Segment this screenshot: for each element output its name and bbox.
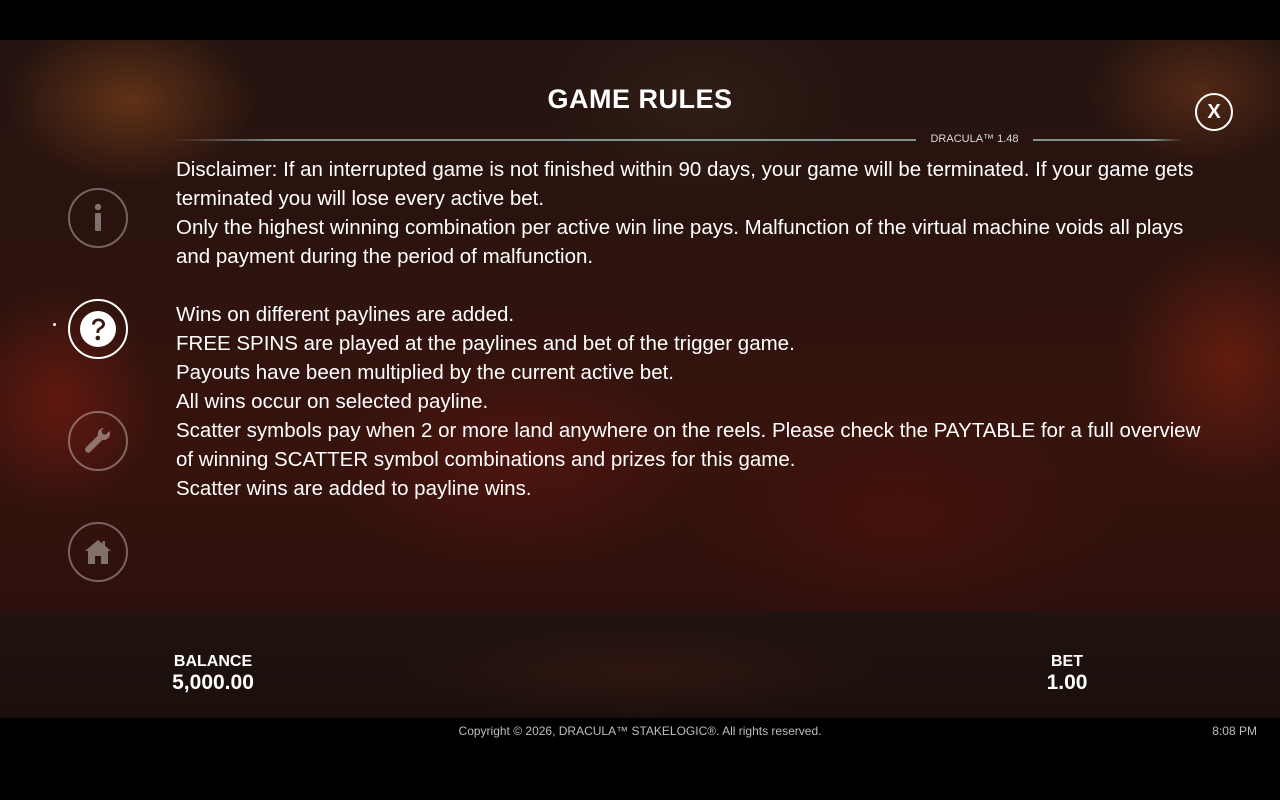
wrench-icon [85,426,110,453]
rules-paragraph: Disclaimer: If an interrupted game is no… [176,158,1194,210]
rules-line: Scatter wins are added to payline wins. [176,477,532,500]
rules-spacer [176,271,1216,300]
question-icon [80,311,116,347]
info-icon [94,203,102,231]
bet-display: BET 1.00 [1017,653,1117,695]
rules-paragraph: Only the highest winning combination per… [176,216,1184,268]
rules-content: Disclaimer: If an interrupted game is no… [176,155,1216,503]
help-button[interactable] [68,299,128,359]
clock: 8:08 PM [1212,724,1257,738]
top-bar [0,0,1280,40]
home-icon [85,540,111,564]
balance-label: BALANCE [173,653,253,670]
home-button[interactable] [68,522,128,582]
info-button[interactable] [68,188,128,248]
game-screen: GAME RULES X DRACULA™ 1.48 Disclaimer: I… [0,0,1280,800]
bet-value: 1.00 [1046,671,1088,694]
rules-line: All wins occur on selected payline. [176,390,489,413]
rules-line: Wins on different paylines are added. [176,303,515,326]
close-icon: X [1207,100,1221,123]
bet-label: BET [1051,653,1083,670]
active-indicator-dot [53,323,56,326]
balance-display: BALANCE 5,000.00 [153,653,273,695]
rules-line: Scatter symbols pay when 2 or more land … [176,419,1201,471]
balance-value: 5,000.00 [172,671,254,694]
settings-button[interactable] [68,411,128,471]
page-title: GAME RULES [547,84,733,114]
game-version: DRACULA™ 1.48 [930,133,1019,145]
rules-line: FREE SPINS are played at the paylines an… [176,332,795,355]
close-button[interactable]: X [1195,93,1233,131]
header-divider-left [170,139,916,141]
rules-line: Payouts have been multiplied by the curr… [176,361,674,384]
copyright-text: Copyright © 2026, DRACULA™ STAKELOGIC®. … [458,724,822,738]
header-divider-right [1033,139,1183,141]
